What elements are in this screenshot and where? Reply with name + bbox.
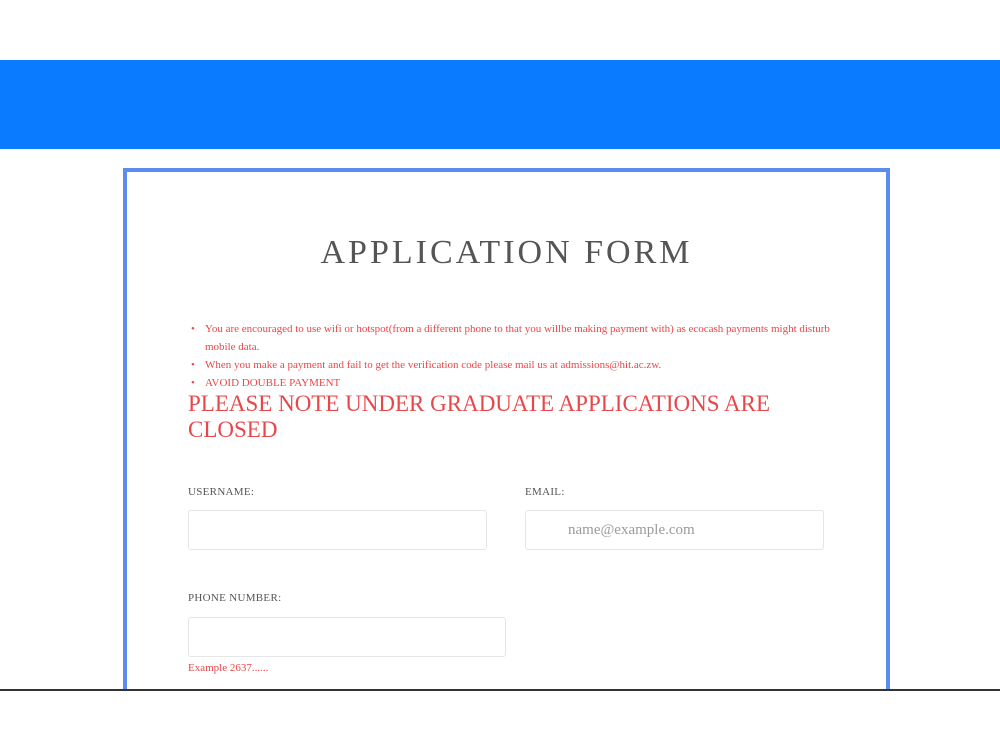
email-input[interactable]	[525, 510, 824, 550]
notice-item-double-payment: AVOID DOUBLE PAYMENT	[191, 374, 831, 392]
notice-item-verification: When you make a payment and fail to get …	[191, 356, 831, 374]
application-form-card: APPLICATION FORM You are encouraged to u…	[123, 168, 890, 708]
bottom-blank-area	[0, 691, 1000, 750]
form-title: APPLICATION FORM	[320, 234, 693, 271]
phone-number-hint: Example 2637......	[188, 662, 269, 674]
notice-list: You are encouraged to use wifi or hotspo…	[191, 320, 831, 392]
applications-closed-notice: PLEASE NOTE UNDER GRADUATE APPLICATIONS …	[188, 391, 771, 442]
notice-item-wifi: You are encouraged to use wifi or hotspo…	[191, 320, 831, 356]
phone-number-input[interactable]	[188, 617, 506, 657]
username-label: USERNAME:	[188, 486, 255, 498]
username-input[interactable]	[188, 510, 487, 550]
email-label: EMAIL:	[525, 486, 565, 498]
phone-number-label: PHONE NUMBER:	[188, 592, 282, 604]
page-viewport: APPLICATION FORM You are encouraged to u…	[0, 0, 1000, 750]
header-banner	[0, 60, 1000, 149]
